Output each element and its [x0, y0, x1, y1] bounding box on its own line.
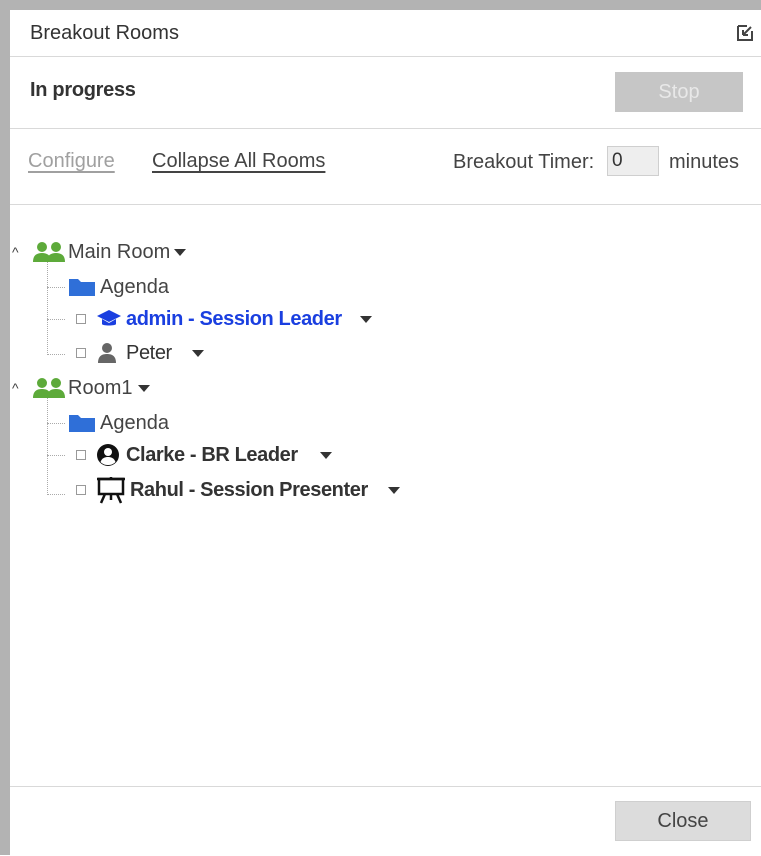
stop-button[interactable]: Stop: [615, 72, 743, 112]
agenda-label: Agenda: [100, 275, 169, 298]
user-checkbox[interactable]: [76, 314, 86, 324]
panel-footer: Close: [10, 786, 761, 856]
user-row[interactable]: admin - Session Leader: [76, 304, 372, 334]
close-button[interactable]: Close: [615, 801, 751, 841]
graduation-cap-icon: [96, 308, 126, 330]
room-row-room1[interactable]: ^ Room1: [12, 373, 151, 403]
presenter-easel-icon: [96, 476, 130, 504]
agenda-label: Agenda: [100, 411, 169, 434]
room-name: Main Room: [68, 240, 171, 263]
tree-connector: [47, 287, 65, 288]
room-dropdown-icon[interactable]: [138, 384, 151, 392]
collapse-all-rooms-link[interactable]: Collapse All Rooms: [152, 150, 325, 173]
status-text: In progress: [30, 79, 136, 101]
tree-connector: [47, 494, 65, 495]
room-row-main-room[interactable]: ^ Main Room: [12, 237, 187, 267]
breakout-timer-input[interactable]: [607, 146, 659, 176]
collapse-caret-icon[interactable]: ^: [12, 380, 32, 396]
room-group-icon: [32, 241, 68, 263]
collapse-caret-icon[interactable]: ^: [12, 244, 32, 260]
status-bar: In progress Stop: [10, 57, 761, 129]
folder-icon: [68, 413, 100, 433]
tree-connector: [47, 391, 48, 495]
panel-header: Breakout Rooms: [10, 10, 761, 57]
user-checkbox[interactable]: [76, 485, 86, 495]
person-icon: [96, 342, 126, 364]
user-row[interactable]: Clarke - BR Leader: [76, 440, 332, 470]
room-group-icon: [32, 377, 68, 399]
user-dropdown-icon[interactable]: [359, 315, 372, 323]
user-dropdown-icon[interactable]: [191, 349, 204, 357]
tree-connector: [47, 354, 65, 355]
configure-link[interactable]: Configure: [28, 150, 115, 173]
folder-icon: [68, 277, 100, 297]
room-dropdown-icon[interactable]: [174, 248, 187, 256]
user-dropdown-icon[interactable]: [387, 486, 400, 494]
user-checkbox[interactable]: [76, 450, 86, 460]
tree-connector: [47, 455, 65, 456]
user-circle-icon: [96, 443, 126, 467]
tree-connector: [47, 319, 65, 320]
user-checkbox[interactable]: [76, 348, 86, 358]
user-name: Clarke - BR Leader: [126, 443, 298, 466]
timer-unit-label: minutes: [669, 151, 740, 173]
user-name: Rahul - Session Presenter: [130, 478, 368, 501]
user-row[interactable]: Peter: [76, 338, 204, 368]
breakout-rooms-panel: Breakout Rooms In progress Stop Configur…: [0, 0, 761, 855]
panel-title: Breakout Rooms: [30, 22, 179, 44]
tree-connector: [47, 423, 65, 424]
user-row[interactable]: Rahul - Session Presenter: [76, 475, 400, 505]
user-name: Peter: [126, 341, 172, 364]
tree-connector: [47, 255, 48, 355]
config-bar: Configure Collapse All Rooms Breakout Ti…: [10, 129, 761, 205]
rooms-tree: ^ Main Room Agenda admin - Session Leade…: [10, 205, 761, 785]
agenda-item[interactable]: Agenda: [68, 408, 169, 438]
popout-icon[interactable]: [735, 23, 755, 43]
user-dropdown-icon[interactable]: [319, 451, 332, 459]
agenda-item[interactable]: Agenda: [68, 272, 169, 302]
breakout-timer-label: Breakout Timer:: [453, 151, 595, 173]
room-name: Room1: [68, 376, 133, 399]
user-name: admin - Session Leader: [126, 307, 342, 330]
